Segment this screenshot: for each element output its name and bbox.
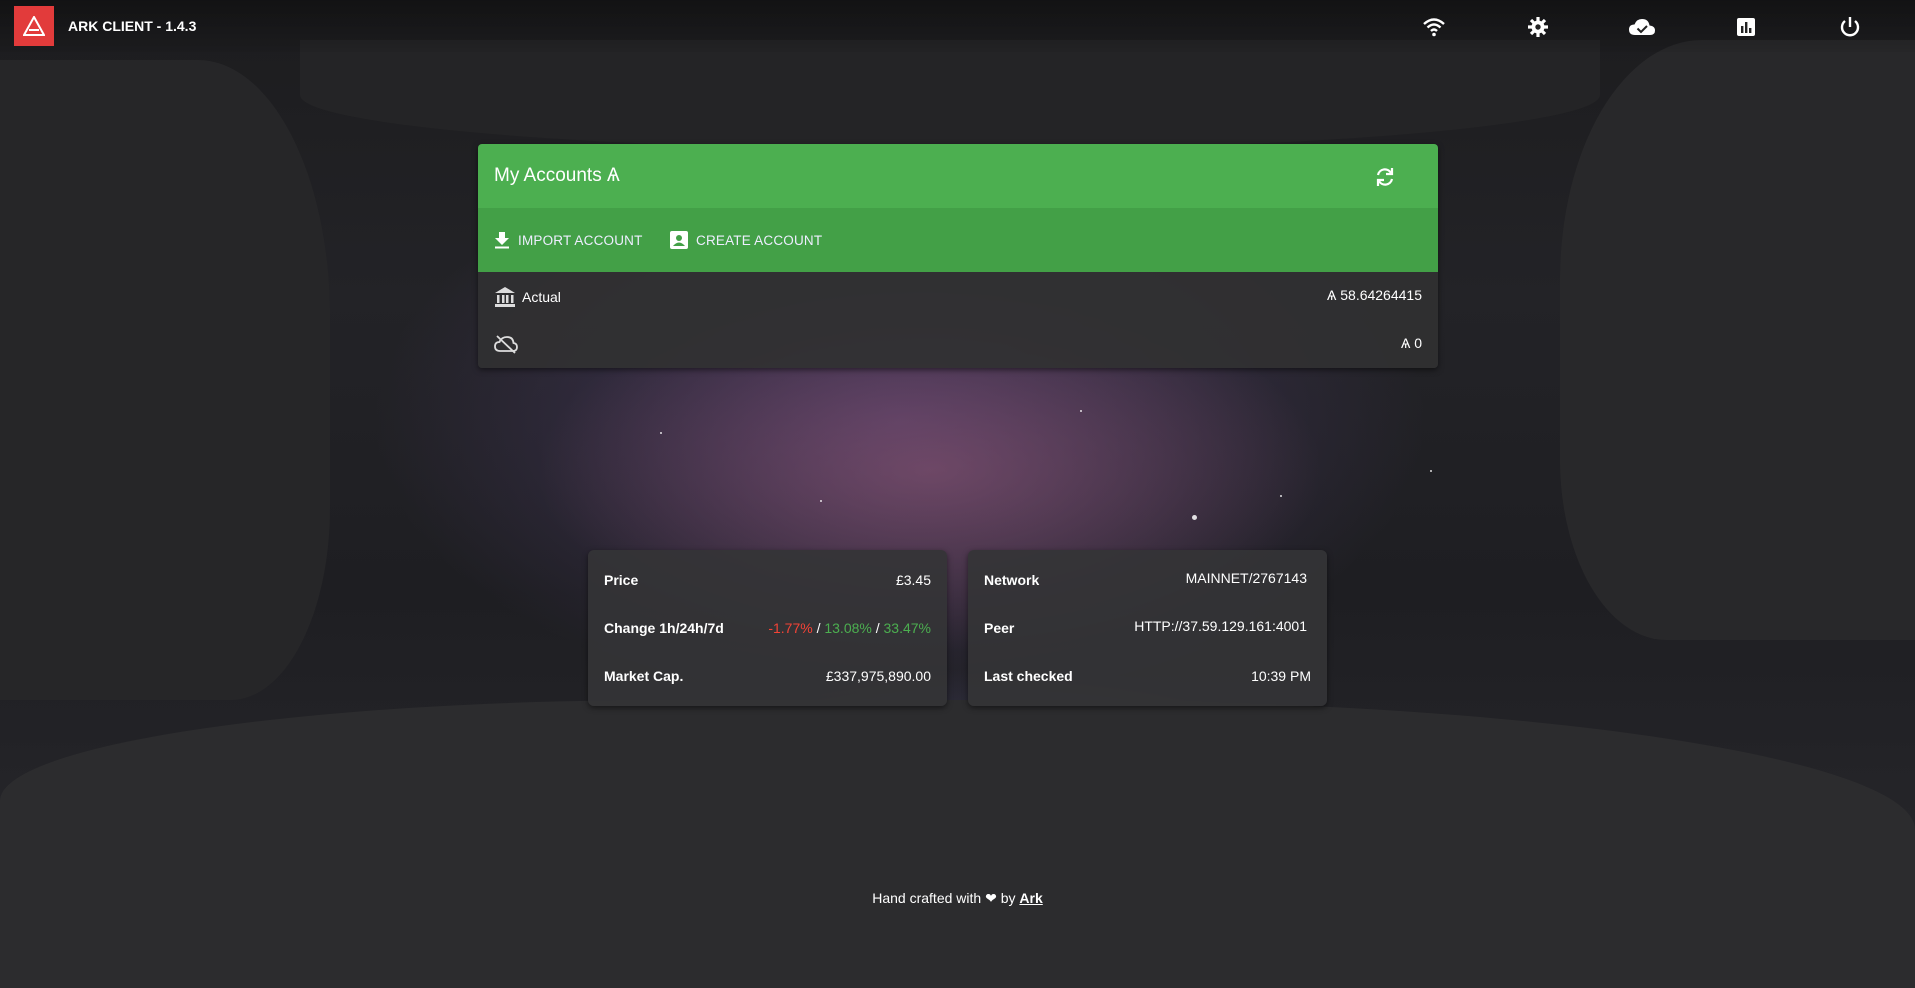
price-row: Price £3.45 bbox=[604, 572, 931, 620]
star bbox=[820, 500, 822, 502]
heart-icon: ❤ bbox=[985, 890, 997, 906]
power-icon[interactable] bbox=[1837, 14, 1863, 40]
import-account-label: IMPORT ACCOUNT bbox=[518, 232, 643, 248]
network-row: Network MAINNET/2767143 bbox=[984, 570, 1311, 620]
accounts-card: My Accounts Ѧ IMPORT ACCOUNT CREATE ACCO… bbox=[478, 144, 1438, 368]
account-box-icon bbox=[670, 231, 688, 249]
background-rock-bottom bbox=[0, 700, 1915, 988]
change-1h: -1.77% bbox=[768, 620, 813, 636]
network-value: MAINNET/2767143 bbox=[1185, 570, 1307, 586]
cloud-off-icon bbox=[494, 335, 518, 354]
ark-logo-icon[interactable] bbox=[14, 6, 54, 46]
network-info-card: Network MAINNET/2767143 Peer HTTP://37.5… bbox=[968, 550, 1327, 706]
star bbox=[1080, 410, 1082, 412]
account-name: Actual bbox=[522, 289, 561, 305]
star bbox=[1430, 470, 1432, 472]
refresh-icon[interactable] bbox=[1372, 164, 1398, 190]
network-label: Network bbox=[984, 572, 1040, 588]
change-7d: 33.47% bbox=[883, 620, 931, 636]
last-checked-row: Last checked 10:39 PM bbox=[984, 668, 1311, 716]
marketcap-row: Market Cap. £337,975,890.00 bbox=[604, 668, 931, 716]
accounts-title: My Accounts Ѧ bbox=[494, 165, 620, 186]
bank-icon bbox=[495, 287, 515, 307]
gear-icon[interactable] bbox=[1525, 14, 1551, 40]
change-24h: 13.08% bbox=[824, 620, 872, 636]
cloud-icon[interactable] bbox=[1629, 14, 1655, 40]
peer-value[interactable]: HTTP://37.59.129.161:4001 bbox=[1134, 618, 1307, 634]
account-row[interactable]: Actual Ѧ 58.64264415 bbox=[478, 272, 1438, 320]
background-rock-right bbox=[1560, 40, 1915, 640]
account-balance: Ѧ 58.64264415 bbox=[1327, 287, 1422, 303]
account-row[interactable]: Ѧ 0 bbox=[478, 320, 1438, 368]
price-label: Price bbox=[604, 572, 639, 588]
star bbox=[660, 432, 662, 434]
peer-row: Peer HTTP://37.59.129.161:4001 bbox=[984, 618, 1311, 668]
market-info-card: Price £3.45 Change 1h/24h/7d -1.77% / 13… bbox=[588, 550, 947, 706]
star bbox=[1280, 495, 1282, 497]
wifi-icon[interactable] bbox=[1421, 14, 1447, 40]
change-values: -1.77% / 13.08% / 33.47% bbox=[768, 620, 931, 636]
download-icon bbox=[495, 232, 509, 249]
change-label: Change 1h/24h/7d bbox=[604, 620, 724, 636]
footer-by: by bbox=[1000, 890, 1016, 906]
star bbox=[1192, 515, 1197, 520]
ark-link[interactable]: Ark bbox=[1019, 890, 1042, 906]
last-checked-label: Last checked bbox=[984, 668, 1073, 684]
marketcap-label: Market Cap. bbox=[604, 668, 684, 684]
change-row: Change 1h/24h/7d -1.77% / 13.08% / 33.47… bbox=[604, 620, 931, 668]
marketcap-value: £337,975,890.00 bbox=[825, 668, 931, 684]
price-value: £3.45 bbox=[895, 572, 931, 588]
accounts-header: My Accounts Ѧ bbox=[478, 144, 1438, 208]
footer-prefix: Hand crafted with bbox=[872, 890, 982, 906]
create-account-label: CREATE ACCOUNT bbox=[696, 232, 823, 248]
top-bar: ARK CLIENT - 1.4.3 bbox=[0, 0, 1915, 52]
account-balance: Ѧ 0 bbox=[1400, 335, 1422, 351]
chart-icon[interactable] bbox=[1733, 14, 1759, 40]
app-title: ARK CLIENT - 1.4.3 bbox=[68, 18, 197, 34]
last-checked-value: 10:39 PM bbox=[1251, 668, 1311, 684]
peer-label: Peer bbox=[984, 620, 1015, 636]
create-account-button[interactable]: CREATE ACCOUNT bbox=[670, 229, 822, 251]
background-rock-top bbox=[300, 40, 1600, 150]
footer: Hand crafted with ❤ by Ark bbox=[0, 890, 1915, 907]
import-account-button[interactable]: IMPORT ACCOUNT bbox=[494, 229, 643, 251]
accounts-actions: IMPORT ACCOUNT CREATE ACCOUNT bbox=[478, 208, 1438, 272]
background-rock-left bbox=[0, 60, 330, 700]
